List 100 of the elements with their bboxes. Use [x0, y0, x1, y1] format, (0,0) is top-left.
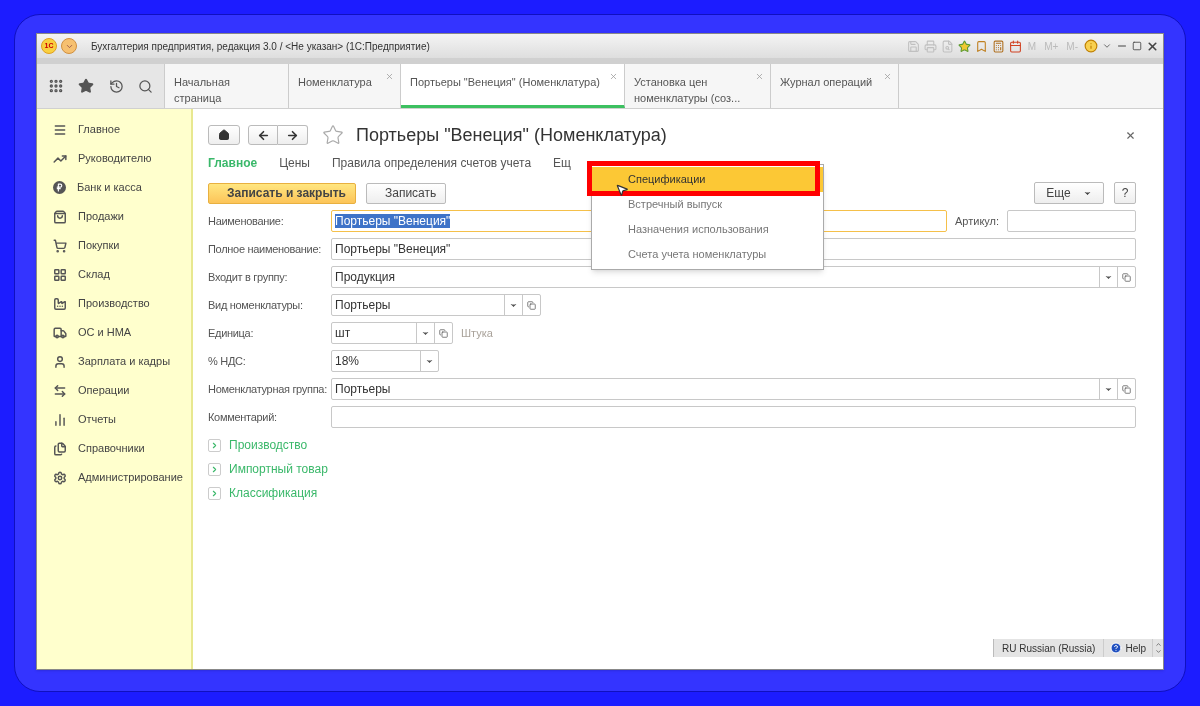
unit-note: Штука	[461, 325, 493, 341]
input-field[interactable]: шт	[331, 322, 453, 344]
arrow-right-icon	[286, 128, 299, 142]
menu-item[interactable]: Счета учета номенклатуры	[592, 242, 823, 267]
app-menu-button[interactable]	[61, 38, 77, 54]
sidebar-item[interactable]: Зарплата и кадры	[37, 347, 191, 376]
favorites-icon[interactable]	[78, 78, 95, 94]
sidebar-item[interactable]: Главное	[37, 115, 191, 144]
truck-icon	[53, 325, 67, 340]
menu-item[interactable]: Спецификации	[592, 167, 823, 192]
chevron-right-icon	[210, 464, 219, 474]
cursor-icon	[615, 183, 629, 197]
ruble-coin-icon	[53, 181, 66, 194]
help-button[interactable]: ?	[1114, 182, 1136, 204]
settings-icon	[53, 470, 67, 485]
back-button[interactable]	[248, 125, 278, 145]
menu-item[interactable]: Встречный выпуск	[592, 192, 823, 217]
copy-icon	[1122, 272, 1131, 282]
person-icon	[53, 354, 67, 369]
input-field[interactable]: Портьеры	[331, 294, 541, 316]
input-field[interactable]: Продукция	[331, 266, 1136, 288]
close-tab-icon[interactable]	[755, 72, 764, 81]
bag-icon	[53, 209, 67, 224]
nav-tab[interactable]: Ещ	[553, 154, 571, 172]
chevron-right-icon	[210, 440, 219, 450]
forward-button[interactable]	[278, 125, 308, 145]
sidebar-item[interactable]: Продажи	[37, 202, 191, 231]
sidebar-item[interactable]: Покупки	[37, 231, 191, 260]
save-icon[interactable]	[906, 39, 920, 53]
save-close-button[interactable]: Записать и закрыть	[208, 182, 356, 204]
cart-icon	[53, 238, 67, 253]
grid-icon	[53, 267, 67, 282]
close-tab-icon[interactable]	[609, 72, 618, 81]
sidebar-item[interactable]: Производство	[37, 289, 191, 318]
input-field[interactable]	[1007, 210, 1136, 232]
help-link[interactable]: Help	[1104, 639, 1153, 657]
close-tab-icon[interactable]	[385, 72, 394, 81]
sidebar-item[interactable]: Руководителю	[37, 144, 191, 173]
field-label: Полное наименование:	[208, 241, 322, 257]
files-icon	[53, 441, 67, 456]
sidebar-item[interactable]: ОС и НМА	[37, 318, 191, 347]
home-button[interactable]	[208, 125, 240, 145]
sidebar-item[interactable]: Отчеты	[37, 405, 191, 434]
bookmark-icon[interactable]	[974, 39, 988, 53]
tab[interactable]: Портьеры "Венеция" (Номенклатура)	[401, 64, 625, 108]
bar-chart-icon	[53, 412, 67, 427]
menu-icon	[53, 122, 67, 137]
calculator-icon[interactable]	[991, 39, 1005, 53]
preview-icon[interactable]	[940, 39, 954, 53]
more-button[interactable]: Еще	[1034, 182, 1104, 204]
arrow-left-icon	[256, 128, 270, 142]
restore-icon[interactable]	[1132, 41, 1142, 51]
tab[interactable]: Начальная страница	[165, 64, 289, 108]
field-label: Входит в группу:	[208, 269, 289, 285]
factory-icon	[53, 296, 67, 311]
copy-icon	[439, 328, 448, 338]
home-icon	[218, 129, 230, 141]
info-icon[interactable]	[1084, 39, 1098, 53]
close-tab-icon[interactable]	[883, 72, 892, 81]
nav-tab[interactable]: Правила определения счетов учета	[331, 154, 532, 172]
form-title: Портьеры "Венеция" (Номенклатура)	[356, 123, 667, 147]
expand-toggle[interactable]	[208, 486, 221, 500]
sidebar-item[interactable]: Операции	[37, 376, 191, 405]
field-label: Единица:	[208, 325, 255, 341]
input-field[interactable]: Портьеры	[331, 378, 1136, 400]
close-icon[interactable]	[1125, 129, 1136, 141]
sidebar-item[interactable]: Администрирование	[37, 463, 191, 492]
field-label: % НДС:	[208, 353, 247, 369]
close-icon[interactable]	[1146, 39, 1159, 53]
field-label: Наименование:	[208, 213, 285, 229]
search-icon[interactable]	[137, 78, 153, 94]
favorite-star-icon[interactable]	[322, 124, 344, 146]
history-icon[interactable]	[108, 78, 124, 94]
sidebar-item[interactable]: Банк и касса	[37, 173, 191, 202]
copy-icon	[1122, 384, 1131, 394]
save-button[interactable]: Записать	[366, 182, 446, 204]
expand-toggle[interactable]	[208, 438, 221, 452]
caret-icon[interactable]	[1102, 41, 1112, 51]
tab[interactable]: Установка цен номенклатуры (соз...	[625, 64, 771, 108]
field-label: Номенклатурная группа:	[208, 381, 328, 397]
tab[interactable]: Журнал операций	[771, 64, 899, 108]
chevron-right-icon	[210, 488, 219, 498]
print-icon[interactable]	[923, 39, 937, 53]
help-icon	[1110, 642, 1123, 654]
star-icon[interactable]	[957, 39, 971, 53]
field-label: Артикул:	[955, 213, 1001, 229]
menu-item[interactable]: Назначения использования	[592, 217, 823, 242]
input-field[interactable]	[331, 406, 1136, 428]
field-label: Комментарий:	[208, 409, 278, 425]
window-title: Бухгалтерия предприятия, редакция 3.0 / <Не указан> (1С:Предприятие)	[91, 39, 430, 54]
apps-icon[interactable]	[48, 78, 65, 94]
copy-icon	[527, 300, 536, 310]
field-label: Вид номенклатуры:	[208, 297, 304, 313]
input-field[interactable]: 18%	[331, 350, 439, 372]
sidebar-item[interactable]: Склад	[37, 260, 191, 289]
sidebar-item[interactable]: Справочники	[37, 434, 191, 463]
calendar-icon[interactable]	[1008, 39, 1022, 53]
language-indicator[interactable]: RU Russian (Russia)	[994, 639, 1105, 657]
expand-toggle[interactable]	[208, 462, 221, 476]
nav-tab[interactable]: Цены	[279, 154, 310, 172]
